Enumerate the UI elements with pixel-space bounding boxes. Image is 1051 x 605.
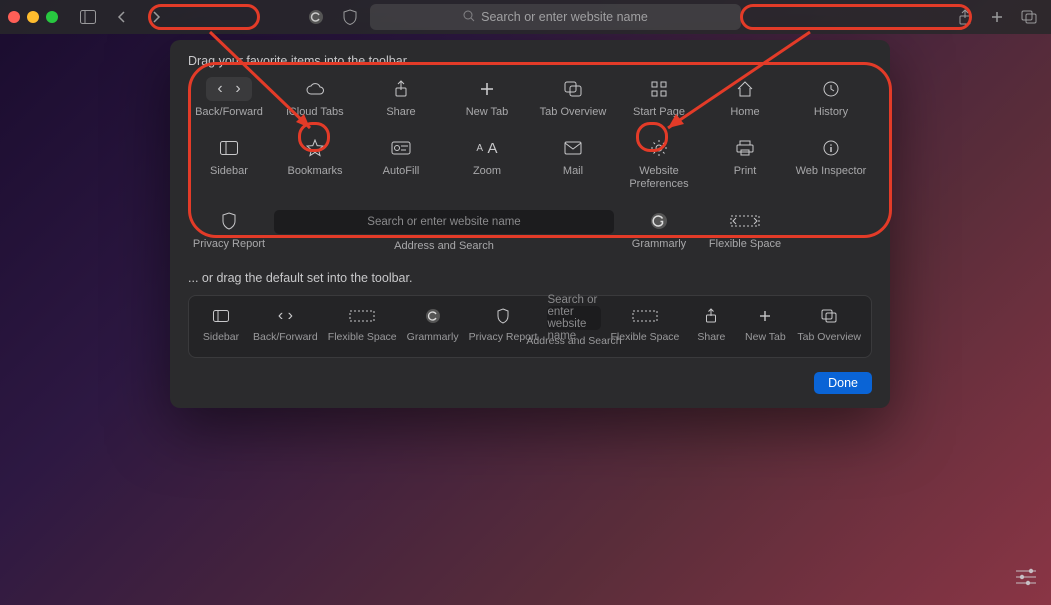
new-tab-toolbar-icon[interactable]: [983, 5, 1011, 29]
info-icon: [823, 137, 839, 159]
autofill-icon: [391, 137, 411, 159]
item-home[interactable]: Home: [704, 78, 786, 119]
item-address-search[interactable]: Search or enter website name Address and…: [274, 210, 614, 253]
address-search-mini: Search or enter website name: [274, 210, 614, 234]
mail-icon: [564, 137, 582, 159]
item-mail[interactable]: Mail: [532, 137, 614, 191]
shield-icon: [497, 306, 509, 326]
item-new-tab[interactable]: New Tab: [446, 78, 528, 119]
item-history[interactable]: History: [790, 78, 872, 119]
flexible-space-icon: [349, 306, 375, 326]
back-forward-icon: ‹ ›: [278, 306, 293, 326]
default-share[interactable]: Share: [689, 306, 733, 343]
shield-icon: [222, 210, 236, 232]
toolbar-items-grid: ‹› Back/Forward iCloud Tabs Share New Ta…: [188, 78, 872, 253]
address-search-mini: Search or enter website name: [547, 306, 600, 330]
share-icon: [394, 78, 408, 100]
default-back-forward[interactable]: ‹ › Back/Forward: [253, 306, 318, 343]
default-flexible-space-2[interactable]: Flexible Space: [611, 306, 680, 343]
item-autofill[interactable]: AutoFill: [360, 137, 442, 191]
item-print[interactable]: Print: [704, 137, 786, 191]
tab-overview-toolbar-icon[interactable]: [1015, 5, 1043, 29]
item-web-inspector[interactable]: Web Inspector: [790, 137, 872, 191]
fullscreen-window-icon[interactable]: [46, 11, 58, 23]
privacy-report-toolbar-icon[interactable]: [336, 5, 364, 29]
browser-toolbar: Search or enter website name: [0, 0, 1051, 34]
item-tab-overview[interactable]: Tab Overview: [532, 78, 614, 119]
sidebar-toggle-icon[interactable]: [74, 5, 102, 29]
item-share[interactable]: Share: [360, 78, 442, 119]
share-toolbar-icon[interactable]: [951, 5, 979, 29]
default-address-search[interactable]: Search or enter website name Address and…: [547, 306, 600, 347]
grid-icon: [651, 78, 667, 100]
item-website-preferences[interactable]: Website Preferences: [618, 137, 700, 191]
search-icon: [463, 10, 475, 25]
sidebar-icon: [220, 137, 238, 159]
default-sidebar[interactable]: Sidebar: [199, 306, 243, 343]
gear-icon: [650, 137, 668, 159]
print-icon: [736, 137, 754, 159]
item-grammarly[interactable]: Grammarly: [618, 210, 700, 253]
plus-icon: [759, 306, 771, 326]
default-toolbar-set[interactable]: Sidebar ‹ › Back/Forward Flexible Space …: [188, 295, 872, 358]
grammarly-icon: [650, 210, 668, 232]
home-icon: [736, 78, 754, 100]
item-zoom[interactable]: A A Zoom: [446, 137, 528, 191]
default-tab-overview[interactable]: Tab Overview: [797, 306, 861, 343]
plus-icon: [480, 78, 494, 100]
default-flexible-space[interactable]: Flexible Space: [328, 306, 397, 343]
star-icon: [306, 137, 324, 159]
sidebar-icon: [213, 306, 229, 326]
item-privacy-report[interactable]: Privacy Report: [188, 210, 270, 253]
item-icloud-tabs[interactable]: iCloud Tabs: [274, 78, 356, 119]
panel-subheading: ... or drag the default set into the too…: [188, 271, 872, 285]
address-search-placeholder: Search or enter website name: [481, 10, 648, 24]
close-window-icon[interactable]: [8, 11, 20, 23]
cloud-icon: [305, 78, 325, 100]
forward-button-icon[interactable]: [142, 5, 170, 29]
flexible-space-icon: [632, 306, 658, 326]
sliders-icon[interactable]: [1015, 568, 1037, 591]
item-bookmarks[interactable]: Bookmarks: [274, 137, 356, 191]
item-sidebar[interactable]: Sidebar: [188, 137, 270, 191]
done-button[interactable]: Done: [814, 372, 872, 394]
back-button-icon[interactable]: [108, 5, 136, 29]
tab-overview-icon: [564, 78, 582, 100]
minimize-window-icon[interactable]: [27, 11, 39, 23]
item-start-page[interactable]: Start Page: [618, 78, 700, 119]
grammarly-icon: [425, 306, 441, 326]
customize-toolbar-panel: Drag your favorite items into the toolba…: [170, 40, 890, 408]
share-icon: [705, 306, 717, 326]
zoom-icon: A A: [476, 137, 497, 159]
item-back-forward[interactable]: ‹› Back/Forward: [188, 78, 270, 119]
flexible-space-icon: [730, 210, 760, 232]
grammarly-toolbar-icon[interactable]: [302, 5, 330, 29]
window-controls[interactable]: [8, 11, 58, 23]
address-search-bar[interactable]: Search or enter website name: [370, 4, 741, 30]
tab-overview-icon: [821, 306, 837, 326]
back-forward-icon: ‹›: [206, 78, 252, 100]
clock-icon: [823, 78, 839, 100]
item-flexible-space[interactable]: Flexible Space: [704, 210, 786, 253]
default-grammarly[interactable]: Grammarly: [407, 306, 459, 343]
panel-heading: Drag your favorite items into the toolba…: [188, 54, 872, 68]
default-new-tab[interactable]: New Tab: [743, 306, 787, 343]
